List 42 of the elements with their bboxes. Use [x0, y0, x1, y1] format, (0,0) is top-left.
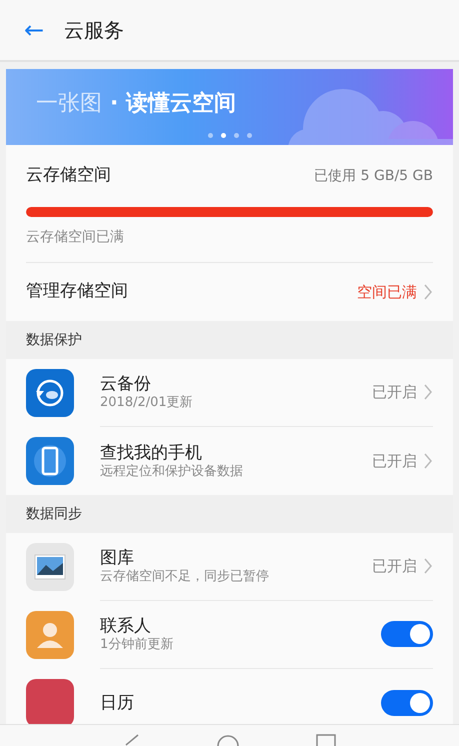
list-item[interactable]: 图库 云存储空间不足，同步已暂停 已开启	[6, 533, 453, 601]
chevron-icon	[423, 558, 433, 574]
item-subtitle: 云存储空间不足，同步已暂停	[100, 569, 270, 586]
manage-storage-label: 管理存储空间	[26, 280, 128, 304]
item-title: 日历	[100, 692, 135, 714]
item-status: 已开启	[372, 556, 417, 578]
person-icon	[26, 611, 74, 659]
list-item[interactable]: 联系人 1分钟前更新	[6, 601, 453, 669]
home-icon	[216, 733, 240, 746]
carousel-dot[interactable]	[234, 133, 239, 138]
manage-storage-row[interactable]: 管理存储空间 空间已满	[26, 263, 433, 321]
photo-icon	[26, 543, 74, 591]
toggle-switch[interactable]	[381, 690, 433, 716]
item-subtitle: 远程定位和保护设备数据	[100, 464, 244, 480]
item-status: 已开启	[372, 450, 417, 472]
banner-title: · 读懂云空间	[110, 90, 236, 118]
item-status: 已开启	[372, 382, 417, 404]
list-item[interactable]: 查找我的手机 远程定位和保护设备数据 已开启	[6, 427, 453, 495]
page-title: 云服务	[64, 17, 124, 44]
storage-usage: 已使用 5 GB/5 GB	[314, 166, 433, 186]
item-subtitle: 1分钟前更新	[100, 637, 174, 654]
phone-icon	[26, 437, 74, 485]
chevron-icon	[423, 284, 433, 300]
storage-label: 云存储空间	[26, 164, 111, 188]
carousel-dot[interactable]	[221, 133, 226, 138]
carousel-dot[interactable]	[247, 133, 252, 138]
chevron-icon	[423, 452, 433, 469]
item-title: 联系人	[100, 615, 152, 638]
recent-apps-icon	[316, 733, 336, 746]
item-title: 查找我的手机	[100, 442, 203, 464]
item-title: 云备份	[100, 373, 152, 396]
cloud-backup-icon	[26, 369, 74, 417]
item-title: 图库	[100, 547, 135, 570]
toggle-switch[interactable]	[381, 621, 433, 648]
carousel-dot[interactable]	[208, 133, 213, 138]
list-item[interactable]: 云备份 2018/2/01更新 已开启	[6, 359, 453, 427]
banner-title-light: 一张图	[36, 90, 102, 118]
storage-note: 云存储空间已满	[26, 217, 433, 263]
chevron-icon	[423, 384, 433, 400]
back-button[interactable]: ←	[24, 18, 44, 42]
item-subtitle: 2018/2/01更新	[100, 395, 194, 412]
storage-status: 空间已满	[357, 282, 417, 303]
